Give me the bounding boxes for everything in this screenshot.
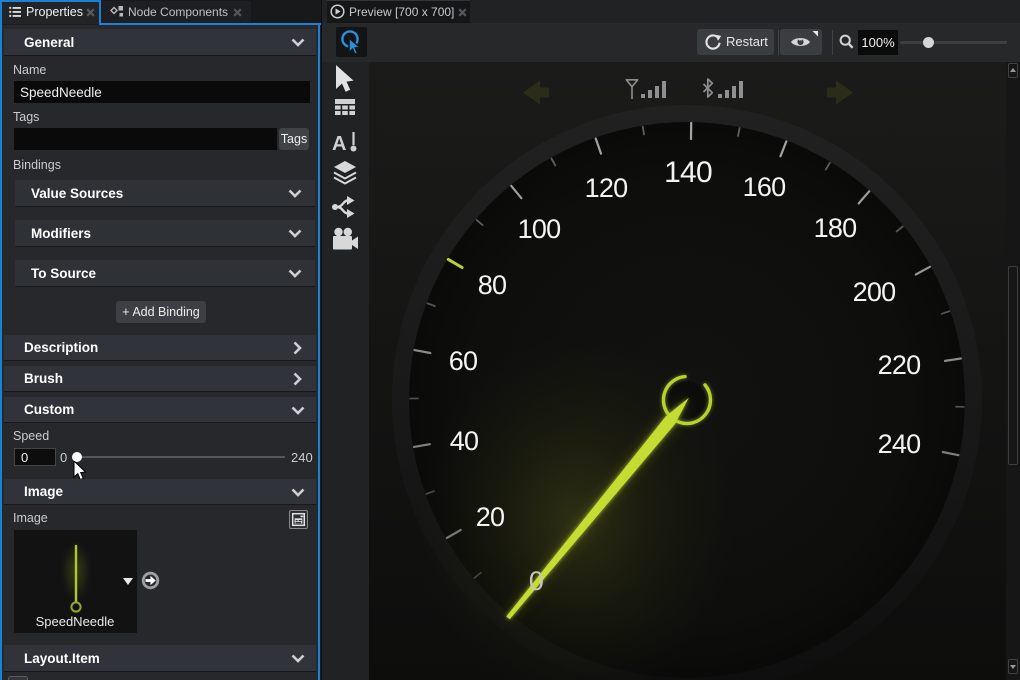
svg-text:120: 120: [585, 173, 628, 203]
svg-text:60: 60: [449, 346, 477, 376]
svg-text:0: 0: [529, 566, 543, 596]
svg-text:SpeedNeedle: SpeedNeedle: [36, 614, 115, 629]
svg-text:240: 240: [878, 429, 921, 459]
svg-text:80: 80: [478, 270, 506, 300]
svg-text:220: 220: [878, 350, 921, 380]
svg-text:180: 180: [814, 213, 857, 243]
svg-text:140: 140: [664, 156, 712, 189]
svg-text:200: 200: [853, 277, 896, 307]
svg-text:A: A: [332, 133, 346, 155]
svg-text:100: 100: [518, 214, 561, 244]
svg-text:40: 40: [450, 426, 478, 456]
svg-text:20: 20: [476, 502, 504, 532]
svg-text:160: 160: [743, 172, 786, 202]
